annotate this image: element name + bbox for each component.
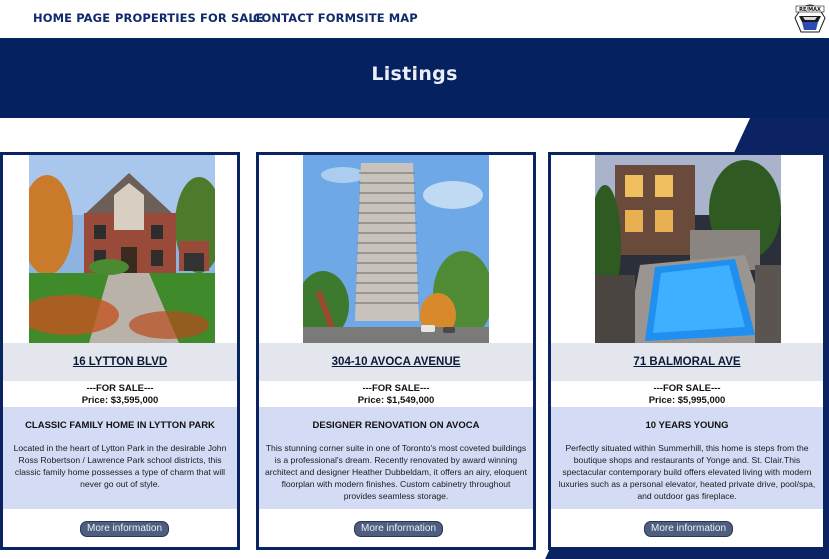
nav-properties-for-sale[interactable]: PROPERTIES FOR SALE [115, 11, 264, 25]
remax-logo[interactable]: RE/MAX [793, 0, 827, 34]
logo-text: RE/MAX [799, 7, 821, 13]
page-title: Listings [371, 63, 458, 85]
brick-house-photo [29, 155, 215, 343]
listing-description: Perfectly situated within Summerhill, th… [558, 443, 816, 501]
more-information-button[interactable]: More information [354, 521, 444, 537]
nav-contact-form[interactable]: CONTACT FORM [253, 11, 356, 25]
listing-card-2: 304-10 AVOCA AVENUE ---FOR SALE--- Price… [256, 152, 536, 550]
listing-description: Located in the heart of Lytton Park in t… [13, 443, 227, 489]
listings-banner: Listings [0, 38, 829, 118]
condo-tower-photo [303, 155, 489, 343]
listing-price: Price: $3,595,000 [81, 395, 159, 406]
listing-headline: DESIGNER RENOVATION ON AVOCA [312, 420, 480, 431]
listing-headline: CLASSIC FAMILY HOME IN LYTTON PARK [25, 420, 215, 431]
listing-card-1: 16 LYTTON BLVD ---FOR SALE--- Price: $3,… [0, 152, 240, 550]
listing-card-3: 71 BALMORAL AVE ---FOR SALE--- Price: $5… [548, 152, 826, 550]
more-information-button[interactable]: More information [644, 521, 734, 537]
listing-status: ---FOR SALE--- [362, 383, 430, 394]
more-information-button[interactable]: More information [80, 521, 170, 537]
listing-address[interactable]: 304-10 AVOCA AVENUE [259, 356, 533, 368]
listing-status: ---FOR SALE--- [86, 383, 154, 394]
listing-price: Price: $5,995,000 [648, 395, 726, 406]
top-navigation: HOME PAGE PROPERTIES FOR SALE CONTACT FO… [0, 0, 829, 38]
listing-address[interactable]: 71 BALMORAL AVE [551, 356, 823, 368]
listing-headline: 10 YEARS YOUNG [645, 420, 729, 431]
nav-home-page[interactable]: HOME PAGE [33, 11, 110, 25]
pool-house-photo [595, 155, 781, 343]
listing-status: ---FOR SALE--- [653, 383, 721, 394]
listing-price: Price: $1,549,000 [357, 395, 435, 406]
listing-description: This stunning corner suite in one of Tor… [265, 443, 527, 501]
nav-site-map[interactable]: SITE MAP [356, 11, 418, 25]
listing-address[interactable]: 16 LYTTON BLVD [3, 356, 237, 368]
